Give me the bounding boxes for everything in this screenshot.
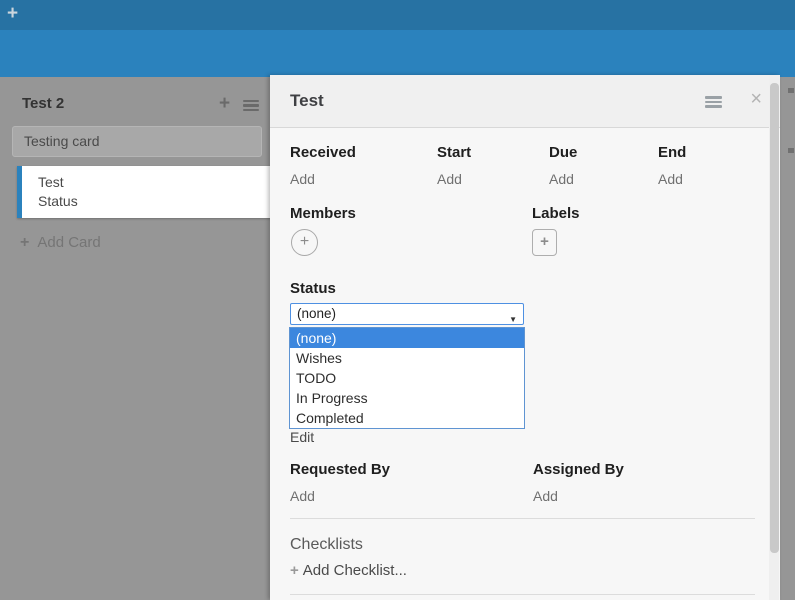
status-option-wishes[interactable]: Wishes [290, 348, 524, 368]
card-testing-card[interactable]: Testing card [12, 126, 262, 157]
app-window: + Test 2 + Testing card Test Status +Add… [0, 0, 795, 600]
add-board-icon[interactable]: + [7, 3, 18, 25]
end-label: End [658, 144, 686, 161]
end-add-link[interactable]: Add [658, 171, 683, 187]
start-label: Start [437, 144, 471, 161]
start-add-link[interactable]: Add [437, 171, 462, 187]
due-add-link[interactable]: Add [549, 171, 574, 187]
close-icon[interactable]: × [750, 88, 762, 111]
section-divider [290, 518, 755, 519]
received-add-link[interactable]: Add [290, 171, 315, 187]
assigned-by-label: Assigned By [533, 461, 624, 478]
add-checklist-button[interactable]: +Add Checklist... [290, 562, 407, 579]
add-member-button[interactable]: + [291, 229, 318, 256]
card-test-selected[interactable]: Test Status [17, 166, 271, 218]
card-title: Test [38, 173, 271, 192]
received-label: Received [290, 144, 356, 161]
labels-label: Labels [532, 205, 580, 222]
members-label: Members [290, 205, 356, 222]
status-selected-value: (none) [297, 306, 336, 321]
status-label: Status [290, 280, 336, 297]
board-header-bar [0, 30, 795, 77]
card-status-badge: Status [38, 192, 271, 211]
status-option-todo[interactable]: TODO [290, 368, 524, 388]
status-option-in-progress[interactable]: In Progress [290, 388, 524, 408]
status-edit-link[interactable]: Edit [290, 429, 314, 445]
top-navbar: + [0, 0, 795, 30]
requested-by-label: Requested By [290, 461, 390, 478]
edge-list-sliver-mark [788, 88, 794, 93]
section-divider [290, 594, 755, 595]
list-add-card-icon[interactable]: + [219, 93, 230, 115]
status-option-none[interactable]: (none) [290, 328, 524, 348]
list-title: Test 2 [22, 95, 64, 112]
edge-list-sliver-mark [788, 148, 794, 153]
list-menu-icon[interactable] [243, 100, 259, 111]
status-options-list: (none) Wishes TODO In Progress Completed [289, 327, 525, 429]
checklists-label: Checklists [290, 536, 363, 554]
status-select[interactable]: (none) ▼ [290, 303, 524, 325]
plus-icon: + [290, 562, 299, 579]
add-card-button[interactable]: + Add Card [20, 234, 101, 252]
panel-card-title: Test [290, 91, 324, 111]
card-menu-icon[interactable] [705, 96, 722, 108]
assigned-by-add-link[interactable]: Add [533, 488, 558, 504]
panel-scrollbar-thumb[interactable] [770, 83, 779, 553]
add-label-button[interactable]: + [532, 229, 557, 256]
plus-icon: + [20, 234, 29, 251]
requested-by-add-link[interactable]: Add [290, 488, 315, 504]
add-checklist-label: Add Checklist... [303, 562, 407, 579]
card-detail-panel: Test × Received Add Start Add Due Add En… [270, 75, 780, 600]
add-card-label: Add Card [37, 234, 100, 251]
due-label: Due [549, 144, 577, 161]
status-option-completed[interactable]: Completed [290, 408, 524, 428]
panel-header: Test × [270, 75, 780, 128]
